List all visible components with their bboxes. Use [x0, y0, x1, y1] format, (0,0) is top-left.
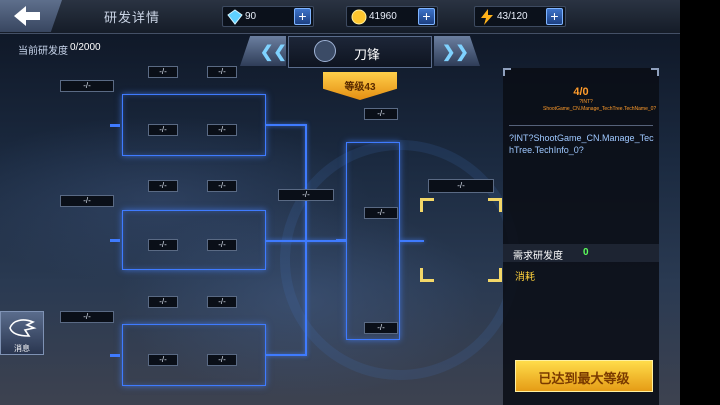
tech-node[interactable]: -/- [364, 108, 398, 120]
game-screen: 研发详情 90 + 41960 + 43/120 + 当前研发度 0/2000 [0, 0, 720, 405]
tech-node[interactable]: -/- [364, 322, 398, 334]
next-character-button[interactable]: ❯❯ [434, 36, 480, 66]
diamond-value: 90 [245, 11, 257, 22]
tech-name: ?INT?ShootGame_CN.Manage_TechTree.TechNa… [543, 99, 657, 112]
tech-node[interactable]: -/- [60, 80, 114, 92]
character-selector: ❮❮ 刀锋 ❯❯ [240, 36, 480, 70]
tech-node[interactable]: -/- [148, 124, 178, 136]
character-emblem-icon [314, 40, 336, 62]
tech-node[interactable]: -/- [148, 239, 178, 251]
message-button[interactable]: 消息 [0, 311, 44, 355]
cost-label: 消耗 [515, 272, 535, 283]
message-icon [9, 319, 37, 337]
top-bar: 研发详情 90 + 41960 + 43/120 + [0, 0, 680, 34]
tech-group-1 [122, 94, 266, 156]
energy-value: 43/120 [497, 11, 528, 22]
back-button[interactable] [0, 0, 62, 32]
panel-divider [509, 125, 653, 126]
character-name: 刀锋 [354, 47, 381, 62]
max-level-button[interactable]: 已达到最大等级 [515, 360, 653, 392]
selection-corner [420, 268, 434, 282]
connector [400, 240, 424, 242]
tree-background-ring [280, 140, 520, 380]
energy-bolt-icon [481, 9, 493, 25]
energy-counter: 43/120 + [474, 6, 566, 27]
tech-node[interactable]: -/- [148, 296, 178, 308]
tech-node[interactable]: -/- [207, 239, 237, 251]
diamond-counter: 90 + [222, 6, 314, 27]
tech-node[interactable]: -/- [207, 180, 237, 192]
selection-corner [488, 268, 502, 282]
tech-node[interactable]: -/- [60, 311, 114, 323]
tech-info: ?INT?ShootGame_CN.Manage_TechTree.TechIn… [509, 133, 654, 155]
tech-node[interactable]: -/- [364, 207, 398, 219]
page-title: 研发详情 [104, 10, 161, 25]
connector [266, 240, 306, 242]
selection-corner [488, 198, 502, 212]
tech-node[interactable]: -/- [60, 195, 114, 207]
requirement-row: 需求研发度 0 [503, 244, 659, 262]
add-gold-button[interactable]: + [418, 8, 435, 25]
tech-detail-panel: 4/0 ?INT?ShootGame_CN.Manage_TechTree.Te… [503, 68, 659, 405]
message-label: 消息 [14, 344, 30, 353]
connector [266, 124, 306, 126]
requirement-value: 0 [583, 247, 589, 258]
connector-tick [110, 354, 120, 357]
add-energy-button[interactable]: + [546, 8, 563, 25]
connector-tick [110, 124, 120, 127]
gold-value: 41960 [369, 11, 397, 22]
add-diamond-button[interactable]: + [294, 8, 311, 25]
panel-corner [503, 68, 511, 76]
prev-character-button[interactable]: ❮❮ [240, 36, 286, 66]
level-badge: 等级43 [323, 72, 397, 100]
tech-node[interactable]: -/- [278, 189, 334, 201]
double-chevron-left-icon: ❮❮ [260, 44, 287, 61]
diamond-icon [227, 9, 243, 25]
gold-counter: 41960 + [346, 6, 438, 27]
tech-level-count: 4/0 [573, 86, 589, 98]
progress-value: 0/2000 [70, 42, 101, 53]
panel-corner [651, 68, 659, 76]
selection-corner [420, 198, 434, 212]
tech-node[interactable]: -/- [148, 180, 178, 192]
connector-tick [110, 239, 120, 242]
requirement-label: 需求研发度 [513, 251, 563, 262]
tech-group-4 [346, 142, 400, 340]
tech-group-2 [122, 210, 266, 270]
max-level-label: 已达到最大等级 [538, 371, 630, 386]
double-chevron-right-icon: ❯❯ [442, 44, 469, 61]
connector-tick [336, 239, 346, 242]
tech-node[interactable]: -/- [207, 66, 237, 78]
tech-group-3 [122, 324, 266, 386]
letterbox-bar [680, 0, 720, 405]
tech-node[interactable]: -/- [148, 354, 178, 366]
tech-node[interactable]: -/- [207, 354, 237, 366]
tech-node[interactable]: -/- [207, 296, 237, 308]
tech-node[interactable]: -/- [207, 124, 237, 136]
gold-coin-icon [351, 9, 367, 25]
level-text: 等级43 [344, 82, 376, 93]
progress-label: 当前研发度 [18, 46, 68, 57]
tech-node[interactable]: -/- [148, 66, 178, 78]
tech-node-final[interactable]: -/- [428, 179, 494, 193]
back-arrow-icon [14, 6, 40, 26]
connector [266, 354, 306, 356]
